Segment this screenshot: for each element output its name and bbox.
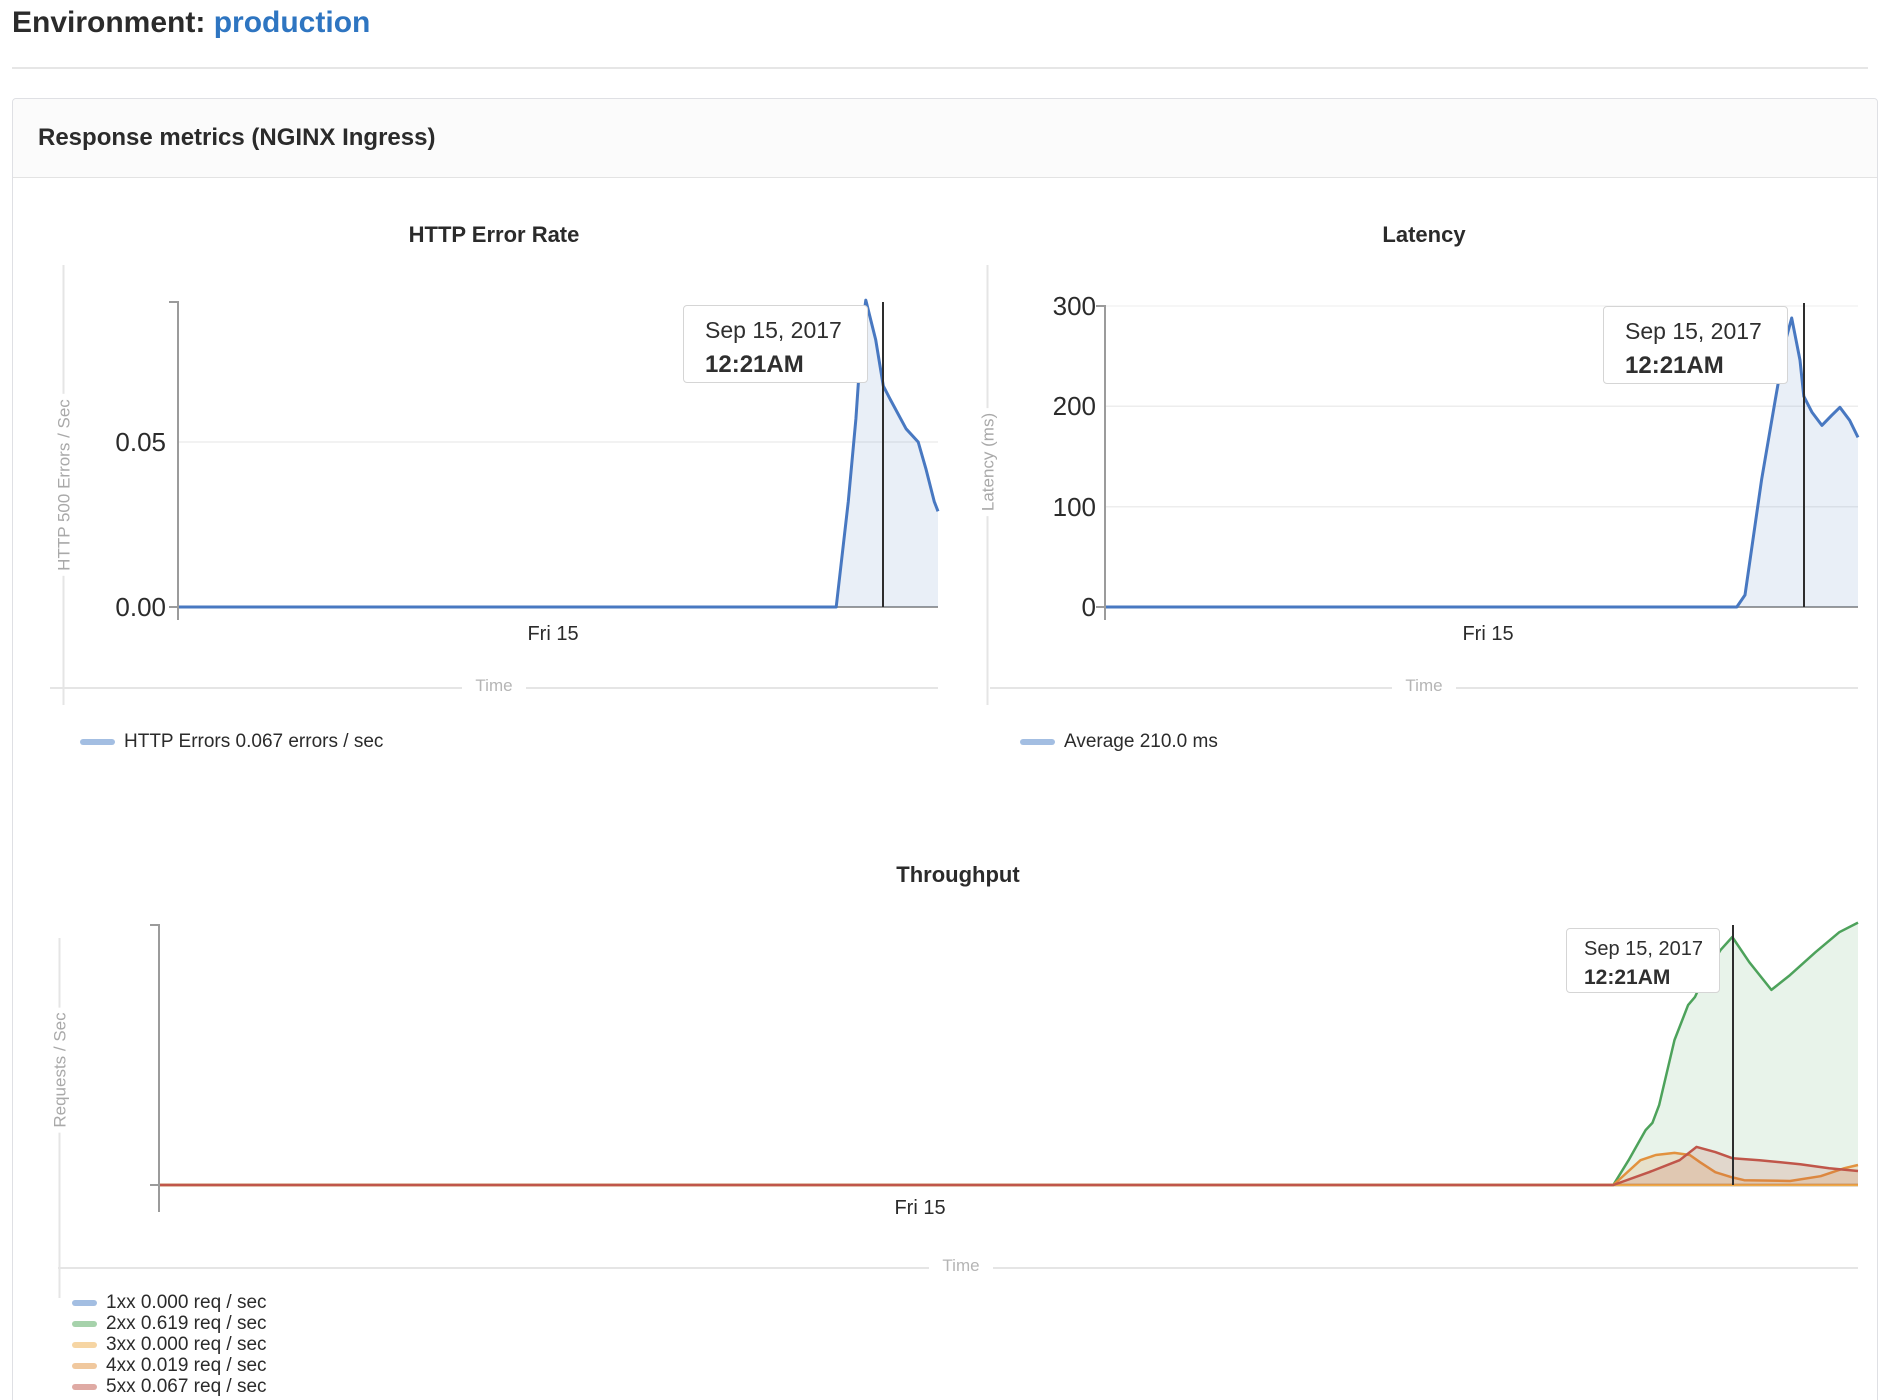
y-axis-label-latency-ms: Latency (ms) xyxy=(971,408,1006,516)
tooltip-chart1: Sep 15, 2017 12:21AM xyxy=(683,305,868,383)
legend-row-4xx: 4xx 0.019 req / sec xyxy=(72,1355,267,1376)
environment-header: Environment: production xyxy=(12,6,370,40)
tooltip-date: Sep 15, 2017 xyxy=(1625,318,1787,345)
legend-chart2: Average 210.0 ms xyxy=(1020,729,1218,755)
tooltip-date: Sep 15, 2017 xyxy=(1584,938,1719,961)
tooltip-date: Sep 15, 2017 xyxy=(705,317,867,344)
legend-label-2xx: 2xx 0.619 req / sec xyxy=(106,1313,267,1334)
y-axis-label-requests-sec: Requests / Sec xyxy=(43,1007,78,1132)
environment-name-link[interactable]: production xyxy=(214,6,371,39)
y-tick-200: 200 xyxy=(1010,393,1096,419)
x-tick-fri-15-chart1: Fri 15 xyxy=(483,624,623,644)
legend-swatch-3xx xyxy=(72,1342,97,1348)
panel-title: Response metrics (NGINX Ingress) xyxy=(13,99,1877,178)
environment-label: Environment: xyxy=(12,6,205,39)
legend-row-2xx: 2xx 0.619 req / sec xyxy=(72,1313,267,1334)
x-axis-label-time-chart3: Time xyxy=(851,1255,1071,1277)
legend-label-5xx: 5xx 0.067 req / sec xyxy=(106,1376,267,1397)
legend-swatch-1xx xyxy=(72,1300,97,1306)
y-tick-0-05: 0.05 xyxy=(80,429,166,455)
legend-label-4xx: 4xx 0.019 req / sec xyxy=(106,1355,267,1376)
chart-title-http-error-rate: HTTP Error Rate xyxy=(50,222,938,248)
legend-label-average: Average 210.0 ms xyxy=(1064,731,1218,753)
legend-swatch-4xx xyxy=(72,1363,97,1369)
legend-swatch-average xyxy=(1020,739,1055,745)
legend-swatch-5xx xyxy=(72,1384,97,1390)
x-axis-label-time-chart2: Time xyxy=(1314,675,1534,697)
tooltip-time: 12:21AM xyxy=(705,351,867,379)
chart-title-latency: Latency xyxy=(990,222,1858,248)
legend-label-3xx: 3xx 0.000 req / sec xyxy=(106,1334,267,1355)
y-tick-100: 100 xyxy=(1010,494,1096,520)
legend-row-5xx: 5xx 0.067 req / sec xyxy=(72,1376,267,1397)
tooltip-time: 12:21AM xyxy=(1625,352,1787,380)
header-divider xyxy=(12,67,1868,69)
dashboard-page: Environment: production Response metrics… xyxy=(0,0,1892,1400)
legend-label-http-errors: HTTP Errors 0.067 errors / sec xyxy=(124,731,383,753)
tooltip-chart3: Sep 15, 2017 12:21AM xyxy=(1566,928,1720,993)
x-tick-fri-15-chart2: Fri 15 xyxy=(1418,624,1558,644)
x-tick-fri-15-chart3: Fri 15 xyxy=(850,1198,990,1218)
legend-swatch-2xx xyxy=(72,1321,97,1327)
y-axis-label-http-500-errors: HTTP 500 Errors / Sec xyxy=(47,394,82,576)
legend-row-1xx: 1xx 0.000 req / sec xyxy=(72,1292,267,1313)
legend-label-1xx: 1xx 0.000 req / sec xyxy=(106,1292,267,1313)
chart-title-throughput: Throughput xyxy=(58,862,1858,888)
y-tick-0-00: 0.00 xyxy=(80,594,166,620)
legend-chart3: 1xx 0.000 req / sec 2xx 0.619 req / sec … xyxy=(72,1292,267,1397)
legend-swatch-http-errors xyxy=(80,739,115,745)
tooltip-chart2: Sep 15, 2017 12:21AM xyxy=(1603,306,1788,384)
tooltip-time: 12:21AM xyxy=(1584,966,1719,990)
y-tick-0: 0 xyxy=(1010,594,1096,620)
legend-row-3xx: 3xx 0.000 req / sec xyxy=(72,1334,267,1355)
legend-chart1: HTTP Errors 0.067 errors / sec xyxy=(80,729,383,755)
y-tick-300: 300 xyxy=(1010,293,1096,319)
x-axis-label-time-chart1: Time xyxy=(384,675,604,697)
